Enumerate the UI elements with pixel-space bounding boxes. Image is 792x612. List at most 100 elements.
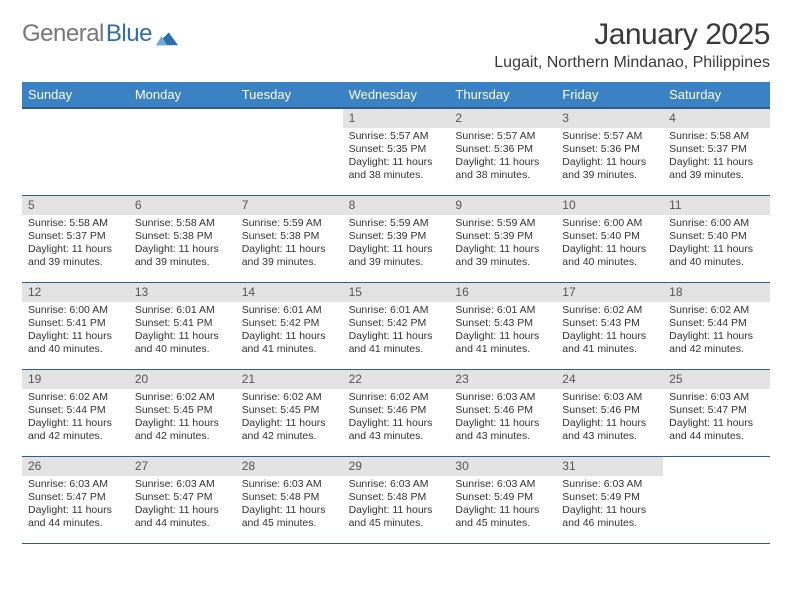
day-number: 26: [22, 457, 129, 476]
day-body: [236, 113, 343, 119]
sunset-text: Sunset: 5:39 PM: [349, 230, 444, 243]
sunrise-text: Sunrise: 6:03 AM: [135, 478, 230, 491]
day-cell: 10Sunrise: 6:00 AMSunset: 5:40 PMDayligh…: [556, 196, 663, 282]
day-number: 24: [556, 370, 663, 389]
day-number: 16: [449, 283, 556, 302]
daylight-text: Daylight: 11 hours and 40 minutes.: [669, 243, 764, 269]
day-body: Sunrise: 6:00 AMSunset: 5:40 PMDaylight:…: [663, 215, 770, 274]
day-body: Sunrise: 6:03 AMSunset: 5:46 PMDaylight:…: [449, 389, 556, 448]
day-cell-empty: [22, 109, 129, 195]
sunset-text: Sunset: 5:47 PM: [28, 491, 123, 504]
day-cell: 15Sunrise: 6:01 AMSunset: 5:42 PMDayligh…: [343, 283, 450, 369]
sunrise-text: Sunrise: 6:03 AM: [455, 391, 550, 404]
sunrise-text: Sunrise: 6:02 AM: [28, 391, 123, 404]
sunrise-text: Sunrise: 6:00 AM: [28, 304, 123, 317]
sunrise-text: Sunrise: 6:01 AM: [242, 304, 337, 317]
sunset-text: Sunset: 5:47 PM: [135, 491, 230, 504]
day-body: Sunrise: 6:02 AMSunset: 5:43 PMDaylight:…: [556, 302, 663, 361]
daylight-text: Daylight: 11 hours and 42 minutes.: [28, 417, 123, 443]
sunrise-text: Sunrise: 5:59 AM: [455, 217, 550, 230]
sunset-text: Sunset: 5:39 PM: [455, 230, 550, 243]
day-body: Sunrise: 6:02 AMSunset: 5:46 PMDaylight:…: [343, 389, 450, 448]
daylight-text: Daylight: 11 hours and 45 minutes.: [455, 504, 550, 530]
day-body: Sunrise: 5:58 AMSunset: 5:37 PMDaylight:…: [22, 215, 129, 274]
day-number: 18: [663, 283, 770, 302]
sunrise-text: Sunrise: 6:01 AM: [135, 304, 230, 317]
day-cell: 22Sunrise: 6:02 AMSunset: 5:46 PMDayligh…: [343, 370, 450, 456]
sunset-text: Sunset: 5:44 PM: [28, 404, 123, 417]
sunrise-text: Sunrise: 6:00 AM: [669, 217, 764, 230]
sunrise-text: Sunrise: 6:02 AM: [349, 391, 444, 404]
sunrise-text: Sunrise: 5:58 AM: [28, 217, 123, 230]
week-row: 26Sunrise: 6:03 AMSunset: 5:47 PMDayligh…: [22, 457, 770, 544]
sunset-text: Sunset: 5:40 PM: [669, 230, 764, 243]
day-number: 29: [343, 457, 450, 476]
day-number: 7: [236, 196, 343, 215]
day-cell: 8Sunrise: 5:59 AMSunset: 5:39 PMDaylight…: [343, 196, 450, 282]
day-cell: 4Sunrise: 5:58 AMSunset: 5:37 PMDaylight…: [663, 109, 770, 195]
sunset-text: Sunset: 5:36 PM: [455, 143, 550, 156]
sunrise-text: Sunrise: 6:02 AM: [562, 304, 657, 317]
day-body: Sunrise: 5:59 AMSunset: 5:39 PMDaylight:…: [343, 215, 450, 274]
daylight-text: Daylight: 11 hours and 46 minutes.: [562, 504, 657, 530]
sunset-text: Sunset: 5:43 PM: [455, 317, 550, 330]
daylight-text: Daylight: 11 hours and 41 minutes.: [242, 330, 337, 356]
calendar-page: GeneralBlue January 2025 Lugait, Norther…: [0, 0, 792, 544]
day-number: 3: [556, 109, 663, 128]
day-body: Sunrise: 6:02 AMSunset: 5:44 PMDaylight:…: [22, 389, 129, 448]
daylight-text: Daylight: 11 hours and 39 minutes.: [669, 156, 764, 182]
day-cell: 26Sunrise: 6:03 AMSunset: 5:47 PMDayligh…: [22, 457, 129, 543]
day-cell: 28Sunrise: 6:03 AMSunset: 5:48 PMDayligh…: [236, 457, 343, 543]
day-body: Sunrise: 6:03 AMSunset: 5:48 PMDaylight:…: [343, 476, 450, 535]
daylight-text: Daylight: 11 hours and 42 minutes.: [669, 330, 764, 356]
day-cell: 31Sunrise: 6:03 AMSunset: 5:49 PMDayligh…: [556, 457, 663, 543]
weekday-wednesday: Wednesday: [343, 82, 450, 107]
day-cell: 12Sunrise: 6:00 AMSunset: 5:41 PMDayligh…: [22, 283, 129, 369]
day-body: Sunrise: 6:03 AMSunset: 5:49 PMDaylight:…: [449, 476, 556, 535]
day-body: Sunrise: 6:03 AMSunset: 5:49 PMDaylight:…: [556, 476, 663, 535]
sunrise-text: Sunrise: 6:03 AM: [562, 478, 657, 491]
sunset-text: Sunset: 5:37 PM: [669, 143, 764, 156]
sunrise-text: Sunrise: 5:59 AM: [349, 217, 444, 230]
day-body: Sunrise: 6:01 AMSunset: 5:42 PMDaylight:…: [343, 302, 450, 361]
daylight-text: Daylight: 11 hours and 41 minutes.: [562, 330, 657, 356]
day-cell: 17Sunrise: 6:02 AMSunset: 5:43 PMDayligh…: [556, 283, 663, 369]
daylight-text: Daylight: 11 hours and 43 minutes.: [455, 417, 550, 443]
day-cell: 2Sunrise: 5:57 AMSunset: 5:36 PMDaylight…: [449, 109, 556, 195]
day-body: Sunrise: 6:03 AMSunset: 5:47 PMDaylight:…: [129, 476, 236, 535]
sunset-text: Sunset: 5:46 PM: [562, 404, 657, 417]
sunrise-text: Sunrise: 6:02 AM: [242, 391, 337, 404]
location-text: Lugait, Northern Mindanao, Philippines: [494, 54, 770, 72]
weekday-header-row: Sunday Monday Tuesday Wednesday Thursday…: [22, 82, 770, 107]
day-number: 28: [236, 457, 343, 476]
day-number: 1: [343, 109, 450, 128]
sunrise-text: Sunrise: 6:03 AM: [669, 391, 764, 404]
day-cell-empty: [129, 109, 236, 195]
day-body: Sunrise: 5:59 AMSunset: 5:39 PMDaylight:…: [449, 215, 556, 274]
day-body: Sunrise: 6:02 AMSunset: 5:44 PMDaylight:…: [663, 302, 770, 361]
day-cell: 30Sunrise: 6:03 AMSunset: 5:49 PMDayligh…: [449, 457, 556, 543]
day-cell: 14Sunrise: 6:01 AMSunset: 5:42 PMDayligh…: [236, 283, 343, 369]
day-number: 25: [663, 370, 770, 389]
daylight-text: Daylight: 11 hours and 40 minutes.: [562, 243, 657, 269]
brand-logo: GeneralBlue: [22, 20, 178, 48]
brand-blue-text: Blue: [106, 20, 152, 48]
weekday-saturday: Saturday: [663, 82, 770, 107]
day-cell: 11Sunrise: 6:00 AMSunset: 5:40 PMDayligh…: [663, 196, 770, 282]
sunrise-text: Sunrise: 5:59 AM: [242, 217, 337, 230]
week-row: 19Sunrise: 6:02 AMSunset: 5:44 PMDayligh…: [22, 370, 770, 457]
day-cell: 25Sunrise: 6:03 AMSunset: 5:47 PMDayligh…: [663, 370, 770, 456]
weekday-sunday: Sunday: [22, 82, 129, 107]
calendar-grid: Sunday Monday Tuesday Wednesday Thursday…: [22, 82, 770, 544]
day-body: [129, 113, 236, 119]
day-cell: 16Sunrise: 6:01 AMSunset: 5:43 PMDayligh…: [449, 283, 556, 369]
sunset-text: Sunset: 5:46 PM: [455, 404, 550, 417]
weekday-friday: Friday: [556, 82, 663, 107]
day-number: 20: [129, 370, 236, 389]
daylight-text: Daylight: 11 hours and 38 minutes.: [349, 156, 444, 182]
sunrise-text: Sunrise: 6:03 AM: [349, 478, 444, 491]
daylight-text: Daylight: 11 hours and 39 minutes.: [242, 243, 337, 269]
day-cell: 5Sunrise: 5:58 AMSunset: 5:37 PMDaylight…: [22, 196, 129, 282]
title-block: January 2025 Lugait, Northern Mindanao, …: [494, 18, 770, 72]
sunset-text: Sunset: 5:47 PM: [669, 404, 764, 417]
